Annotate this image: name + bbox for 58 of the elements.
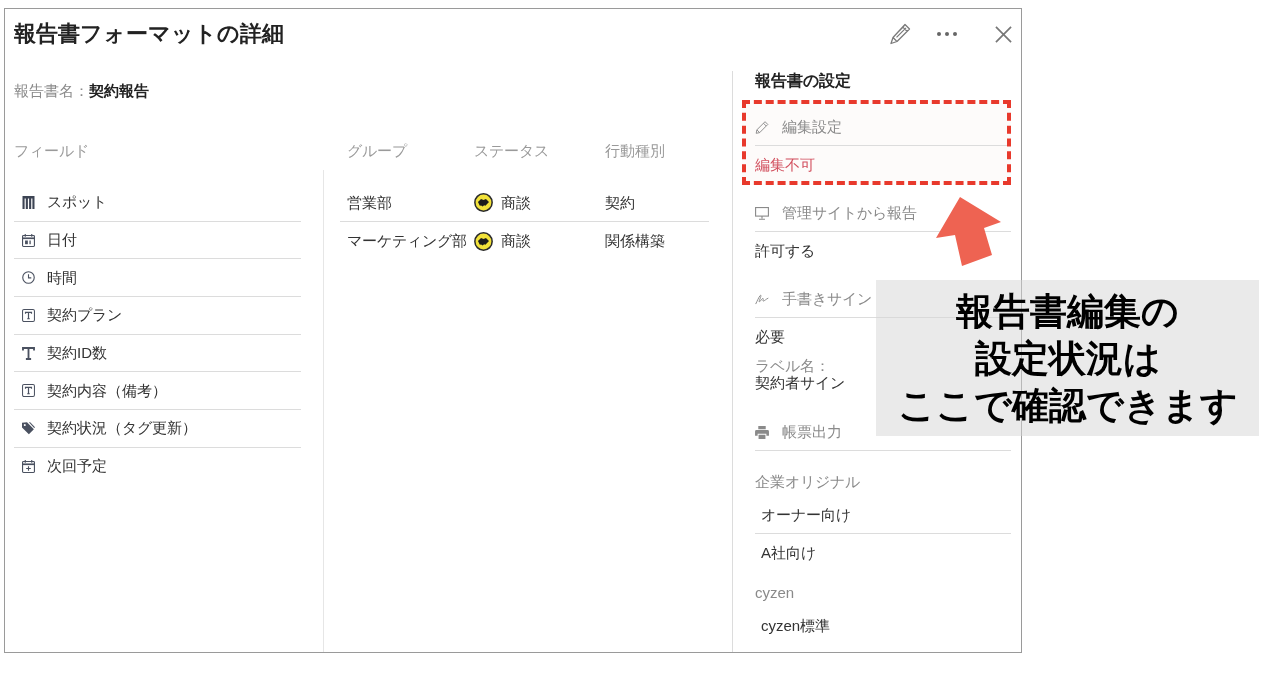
group-heading: 企業オリジナル (755, 473, 860, 490)
text-box-icon (22, 384, 35, 398)
text-icon (22, 346, 35, 360)
panel-title: 報告書の設定 (755, 71, 851, 91)
field-label: スポット (47, 192, 107, 213)
edit-button[interactable] (889, 23, 911, 45)
table-cell: 関係構築 (605, 231, 665, 251)
table-cell: 契約 (605, 192, 635, 213)
text-box-icon (22, 308, 35, 322)
status-text: 商談 (501, 231, 531, 251)
table-cell: マーケティング部 (347, 231, 467, 251)
field-label: 契約プラン (47, 305, 122, 326)
calendar-plus-icon (22, 459, 35, 473)
more-button[interactable] (937, 32, 957, 36)
setting-value: 許可する (755, 242, 815, 259)
column-header: ステータス (474, 142, 549, 159)
field-label: 次回予定 (47, 456, 107, 477)
section-heading: 編集設定 (782, 117, 842, 137)
setting-value: 契約者サイン (755, 374, 845, 391)
group-heading: cyzen (755, 584, 795, 601)
handshake-icon (474, 193, 493, 212)
column-header: グループ (347, 142, 407, 159)
calendar-icon (22, 233, 35, 247)
monitor-icon (755, 206, 769, 220)
field-label: 時間 (47, 267, 77, 288)
handshake-icon (474, 231, 493, 251)
printer-icon (755, 425, 769, 439)
callout-text: 報告書編集の 設定状況は ここで確認できます (897, 289, 1238, 428)
report-name-value: 契約報告 (89, 82, 149, 99)
tag-icon (22, 421, 35, 435)
window-title: 報告書フォーマットの詳細 (14, 20, 284, 48)
section-heading: 手書きサイン (782, 289, 872, 309)
report-name-label: 報告書名： (14, 82, 89, 99)
section-heading: 管理サイトから報告 (782, 203, 917, 223)
pencil-icon (755, 120, 769, 134)
option-item[interactable]: オーナー向け (755, 496, 1011, 534)
table-cell: 営業部 (347, 192, 392, 213)
option-item[interactable]: cyzen標準 (755, 607, 1011, 644)
close-icon (995, 25, 1012, 43)
setting-value: 必要 (755, 328, 785, 345)
column-header: 行動種別 (605, 142, 665, 159)
section-heading: 帳票出力 (782, 422, 842, 442)
close-button[interactable] (995, 25, 1012, 43)
option-item[interactable]: A社向け (755, 534, 1011, 571)
status-text: 商談 (501, 192, 531, 213)
callout-arrow (936, 197, 1001, 266)
signature-icon (755, 292, 769, 306)
field-label: 契約状況（タグ更新） (47, 418, 197, 439)
setting-caption: ラベル名： (755, 357, 830, 374)
field-label: 契約内容（備考） (47, 380, 167, 401)
section-heading: フィールド (14, 141, 89, 161)
setting-value: 編集不可 (755, 156, 815, 173)
clock-icon (22, 271, 35, 285)
field-label: 契約ID数 (47, 343, 107, 364)
field-label: 日付 (47, 230, 77, 251)
building-icon (22, 195, 35, 209)
pencil-icon (889, 23, 911, 45)
more-icon (937, 32, 957, 36)
